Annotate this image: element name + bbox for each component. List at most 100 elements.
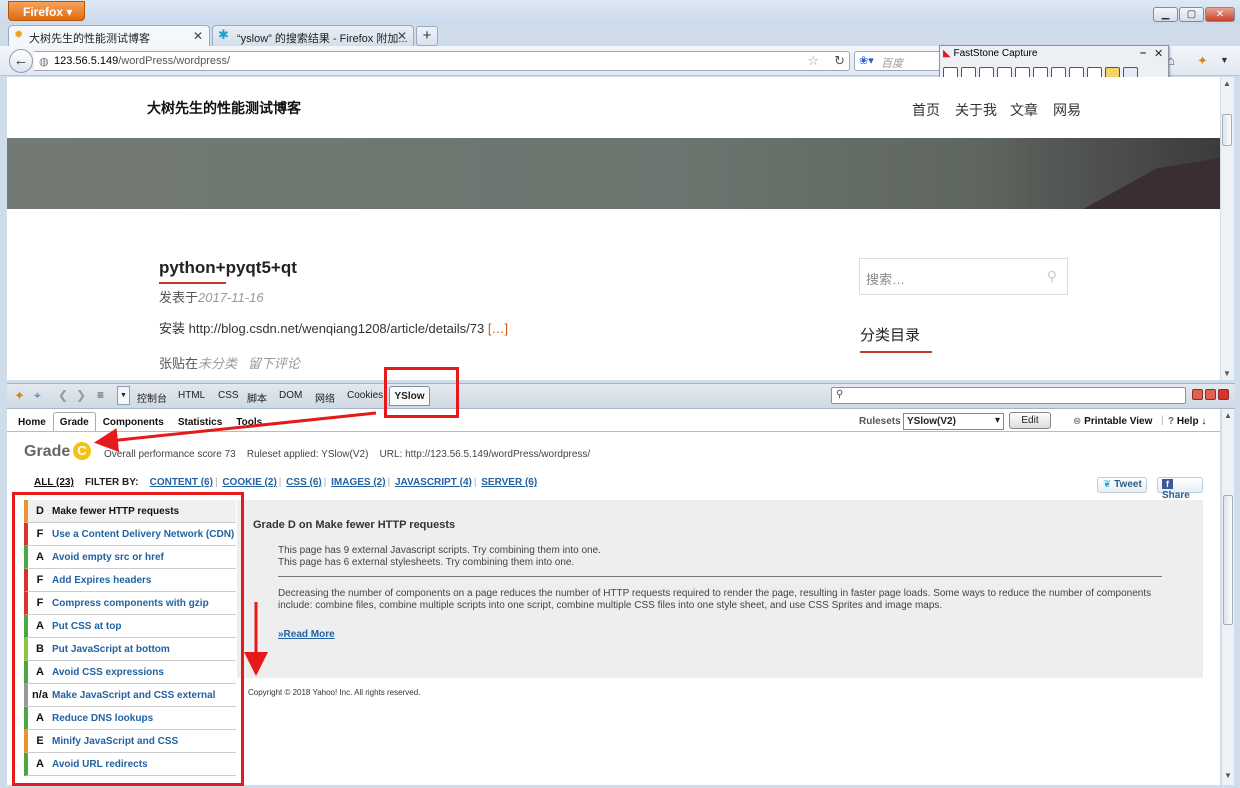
filter-images[interactable]: IMAGES (2) — [331, 477, 385, 488]
twitter-bird-icon: ❦ — [1103, 479, 1112, 490]
firebug-detach-icon[interactable] — [1205, 389, 1216, 400]
minimize-button[interactable]: ▁ — [1153, 7, 1178, 22]
reload-icon[interactable]: ↻ — [834, 53, 845, 69]
search-icon[interactable]: ⚲ — [1047, 268, 1057, 285]
panel-scroll-down-arrow[interactable]: ▼ — [1224, 771, 1232, 780]
copyright-text: Copyright © 2018 Yahoo! Inc. All rights … — [248, 688, 421, 697]
rule-detail-description: Decreasing the number of components on a… — [278, 588, 1152, 611]
filter-javascript[interactable]: JAVASCRIPT (4) — [395, 477, 472, 488]
nav-netease[interactable]: 网易 — [1053, 100, 1081, 120]
tab-title: “yslow” 的搜索结果 - Firefox 附加... — [237, 33, 408, 45]
panel-dropdown-icon[interactable]: ▼ — [117, 386, 130, 405]
maximize-button[interactable]: ▢ — [1179, 7, 1204, 22]
tab-css[interactable]: CSS — [218, 390, 239, 401]
nav-about[interactable]: 关于我 — [955, 100, 997, 120]
tab-dom[interactable]: DOM — [279, 390, 302, 401]
bookmark-star-icon[interactable]: ☆ — [807, 53, 819, 69]
tab-blog[interactable]: ✹ 大树先生的性能测试博客 ✕ — [8, 25, 210, 47]
tab-console[interactable]: 控制台 — [137, 390, 167, 405]
category-underline — [860, 351, 932, 353]
tweet-button[interactable]: ❦ Tweet — [1097, 477, 1147, 493]
firebug-search-input[interactable]: ⚲ — [831, 387, 1186, 404]
back-arrow-icon[interactable]: ❮ — [58, 388, 68, 402]
yslow-subtabs: Home Grade Components Statistics Tools — [11, 412, 269, 431]
puzzle-icon: ✱ — [218, 27, 229, 42]
site-title[interactable]: 大树先生的性能测试博客 — [147, 98, 301, 118]
menu-chevron-icon[interactable]: ▼ — [1220, 55, 1229, 65]
firefox-menu-button[interactable]: Firefox ▾ — [8, 1, 85, 21]
nav-home[interactable]: 首页 — [912, 100, 940, 120]
analyzed-url: URL: http://123.56.5.149/wordPress/wordp… — [379, 449, 591, 460]
url-bar[interactable]: ◍ 123.56.5.149/wordPress/wordpress/ ☆ ↻ — [34, 51, 850, 71]
firebug-minimize-icon[interactable] — [1192, 389, 1203, 400]
firebug-logo-icon[interactable]: ✦ — [14, 388, 25, 404]
panel-scroll-up-arrow[interactable]: ▲ — [1224, 411, 1232, 420]
filter-css[interactable]: CSS (6) — [286, 477, 322, 488]
back-button[interactable]: ← — [9, 49, 33, 73]
capture-minimize-icon[interactable]: – — [1140, 47, 1146, 59]
share-button[interactable]: f Share — [1157, 477, 1203, 501]
subtab-grade[interactable]: Grade — [52, 412, 96, 431]
search-placeholder: 搜索… — [866, 272, 906, 287]
overall-score: Overall performance score 73 — [104, 449, 236, 460]
panel-scrollbar-thumb[interactable] — [1223, 495, 1233, 625]
close-window-button[interactable]: ✕ — [1205, 7, 1235, 22]
nav-articles[interactable]: 文章 — [1010, 100, 1038, 120]
close-tab-icon[interactable]: ✕ — [193, 29, 203, 43]
inspect-icon[interactable]: ⌖ — [34, 388, 41, 403]
firebug-icon[interactable]: ✦ — [1197, 53, 1208, 69]
edit-ruleset-button[interactable]: Edit — [1009, 412, 1051, 429]
url-path: /wordPress/wordpress/ — [118, 55, 231, 67]
panel-menu-icon[interactable]: ≡ — [97, 388, 104, 402]
comment-link[interactable]: 留下评论 — [248, 356, 300, 371]
read-more-link[interactable]: »Read More — [278, 629, 335, 640]
forward-arrow-icon[interactable]: ❯ — [76, 388, 86, 402]
category-heading: 分类目录 — [860, 327, 921, 344]
tab-html[interactable]: HTML — [178, 390, 205, 401]
tab-title: 大树先生的性能测试博客 — [29, 33, 150, 45]
sun-icon: ✹ — [14, 29, 24, 41]
annotation-box-yslow-tab — [384, 367, 459, 418]
post-date-link[interactable]: 2017-11-16 — [198, 290, 264, 305]
firebug-close-icon[interactable] — [1218, 389, 1229, 400]
sidebar-search-input[interactable]: 搜索… ⚲ — [859, 258, 1068, 295]
filter-cookie[interactable]: COOKIE (2) — [222, 477, 276, 488]
filter-all[interactable]: ALL (23) — [34, 477, 74, 488]
tab-addons-search[interactable]: ✱ “yslow” 的搜索结果 - Firefox 附加... ✕ — [212, 25, 414, 47]
read-more-link[interactable]: […] — [488, 321, 508, 336]
filter-content[interactable]: CONTENT (6) — [150, 477, 213, 488]
tab-cookies[interactable]: Cookies — [347, 390, 383, 401]
filter-server[interactable]: SERVER (6) — [481, 477, 537, 488]
ruleset-select[interactable]: YSlow(V2) — [903, 413, 1004, 430]
new-tab-button[interactable]: + — [416, 26, 438, 46]
help-menu[interactable]: ? Help ↓ — [1168, 416, 1206, 427]
subtab-statistics[interactable]: Statistics — [171, 412, 229, 431]
post-excerpt: 安装 http://blog.csdn.net/wenqiang1208/art… — [159, 321, 509, 336]
search-engine-input[interactable]: ❀▾ 百度 — [854, 51, 944, 71]
finding-stylesheets: This page has 6 external stylesheets. Tr… — [278, 557, 575, 568]
tab-script[interactable]: 脚本 — [247, 390, 267, 405]
tab-net[interactable]: 网络 — [315, 390, 335, 405]
subtab-home[interactable]: Home — [11, 412, 53, 431]
printable-view-link[interactable]: ⊜ Printable View — [1073, 416, 1152, 427]
toolbar-separator: | — [1161, 415, 1164, 426]
subtab-tools[interactable]: Tools — [229, 412, 269, 431]
post-title[interactable]: python+pyqt5+qt — [159, 258, 297, 278]
scroll-up-arrow[interactable]: ▲ — [1223, 79, 1231, 88]
ruleset-applied: Ruleset applied: YSlow(V2) — [246, 449, 369, 460]
post-date: 发表于2017-11-16 — [159, 290, 264, 305]
rule-detail-findings: This page has 9 external Javascript scri… — [278, 545, 601, 569]
subtab-divider — [7, 431, 1220, 432]
baidu-paw-icon[interactable]: ❀▾ — [859, 54, 874, 67]
globe-icon: ◍ — [39, 56, 49, 68]
scroll-down-arrow[interactable]: ▼ — [1223, 369, 1231, 378]
close-tab-icon[interactable]: ✕ — [397, 29, 407, 43]
help-icon: ? — [1168, 416, 1175, 427]
filter-bar: ALL (23) FILTER BY: CONTENT (6) | COOKIE … — [34, 477, 538, 488]
category-link[interactable]: 未分类 — [198, 356, 237, 371]
capture-close-icon[interactable]: ✕ — [1154, 47, 1163, 60]
annotation-box-rule-list — [12, 492, 244, 786]
page-scrollbar-thumb[interactable] — [1222, 114, 1232, 146]
filter-by-label: FILTER BY: — [84, 477, 139, 488]
subtab-components[interactable]: Components — [96, 412, 171, 431]
